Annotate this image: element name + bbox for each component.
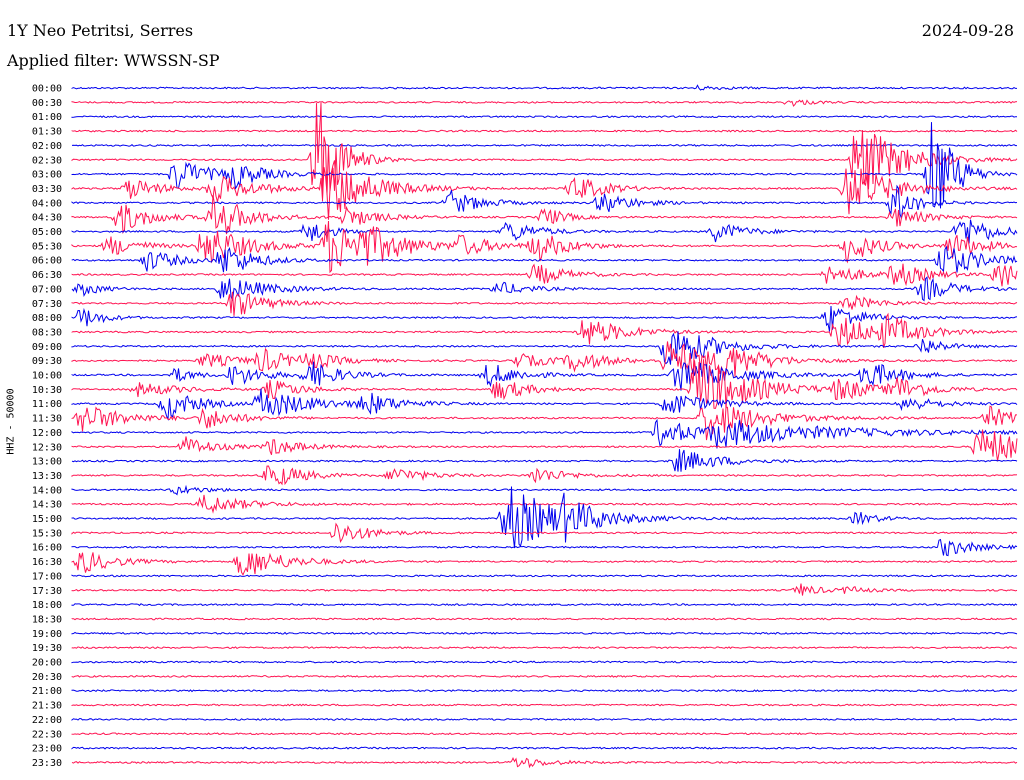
- row-time-label: 13:30: [32, 471, 62, 482]
- trace-line: [71, 115, 1017, 119]
- row-time-label: 11:00: [32, 399, 62, 410]
- row-time-label: 22:30: [32, 729, 62, 740]
- row-time-label: 15:30: [32, 528, 62, 539]
- trace-line: [71, 660, 1018, 664]
- row-time-label: 12:00: [32, 428, 62, 439]
- row-time-label: 19:30: [32, 643, 62, 654]
- trace-line: [71, 486, 1018, 549]
- trace-line: [71, 552, 1018, 576]
- row-time-label: 18:00: [32, 600, 62, 611]
- row-time-label: 03:30: [32, 184, 62, 195]
- trace-line: [71, 388, 1018, 421]
- trace-line: [71, 312, 1018, 348]
- trace-line: [71, 522, 1018, 543]
- row-time-label: 21:30: [32, 701, 62, 712]
- row-time-label: 09:30: [32, 356, 62, 367]
- row-time-label: 15:00: [32, 514, 62, 525]
- row-time-label: 23:00: [32, 744, 62, 755]
- row-time-label: 17:30: [32, 586, 62, 597]
- trace-line: [71, 220, 1018, 274]
- row-time-label: 10:30: [32, 385, 62, 396]
- row-time-label: 08:30: [32, 327, 62, 338]
- trace-line: [71, 84, 1017, 91]
- trace-line: [71, 674, 1018, 678]
- row-time-label: 16:00: [32, 543, 62, 554]
- trace-line: [71, 646, 1018, 650]
- trace-line: [71, 538, 1018, 557]
- row-time-label: 01:00: [32, 112, 62, 123]
- row-time-label: 04:30: [32, 213, 62, 224]
- trace-line: [71, 484, 1018, 496]
- trace-line: [71, 583, 1018, 596]
- trace-line: [71, 494, 1018, 514]
- trace-line: [71, 449, 1018, 472]
- row-time-label: 11:30: [32, 414, 62, 425]
- row-time-label: 07:00: [32, 284, 62, 295]
- row-time-label: 03:00: [32, 170, 62, 181]
- trace-line: [71, 732, 1018, 736]
- trace-line: [71, 99, 1018, 107]
- trace-line: [71, 143, 1017, 147]
- row-time-label: 06:00: [32, 256, 62, 267]
- row-time-label: 05:00: [32, 227, 62, 238]
- row-time-label: 21:00: [32, 686, 62, 697]
- trace-line: [71, 689, 1018, 693]
- trace-line: [71, 429, 1018, 462]
- row-time-label: 18:30: [32, 614, 62, 625]
- trace-line: [71, 746, 1018, 750]
- row-time-label: 20:30: [32, 672, 62, 683]
- trace-line: [71, 757, 1018, 769]
- row-time-label: 09:00: [32, 342, 62, 353]
- row-time-label: 17:00: [32, 571, 62, 582]
- trace-line: [71, 291, 1018, 316]
- row-time-label: 07:30: [32, 299, 62, 310]
- trace-line: [71, 617, 1018, 621]
- row-time-label: 05:30: [32, 241, 62, 252]
- row-time-label: 13:00: [32, 457, 62, 468]
- row-time-label: 14:00: [32, 485, 62, 496]
- trace-line: [71, 305, 1018, 332]
- trace-line: [71, 263, 1018, 287]
- row-time-label: 20:00: [32, 658, 62, 669]
- row-time-label: 10:00: [32, 371, 62, 382]
- trace-line: [71, 603, 1018, 607]
- trace-line: [71, 574, 1018, 578]
- trace-line: [71, 361, 1018, 391]
- trace-line: [71, 359, 1018, 409]
- trace-line: [71, 129, 1018, 133]
- row-time-label: 06:30: [32, 270, 62, 281]
- row-time-label: 00:30: [32, 98, 62, 109]
- trace-line: [71, 717, 1018, 721]
- trace-line: [71, 195, 1018, 235]
- trace-line: [71, 465, 1018, 486]
- row-time-label: 08:00: [32, 313, 62, 324]
- row-time-label: 22:00: [32, 715, 62, 726]
- row-time-label: 02:30: [32, 155, 62, 166]
- trace-line: [71, 631, 1018, 635]
- row-time-label: 19:00: [32, 629, 62, 640]
- trace-line: [71, 703, 1018, 707]
- row-time-label: 00:00: [32, 84, 62, 95]
- row-time-label: 01:30: [32, 127, 62, 138]
- row-time-label: 23:30: [32, 758, 62, 769]
- row-time-label: 04:00: [32, 198, 62, 209]
- row-time-label: 12:30: [32, 442, 62, 453]
- helicorder-plot: 00:00 00:30 01:00 01:30 02:00 02:30 03:00 03:30…: [32, 84, 1018, 769]
- row-time-label: 16:30: [32, 557, 62, 568]
- trace-line: [71, 405, 1017, 441]
- row-time-label: 02:00: [32, 141, 62, 152]
- row-time-label: 14:30: [32, 500, 62, 511]
